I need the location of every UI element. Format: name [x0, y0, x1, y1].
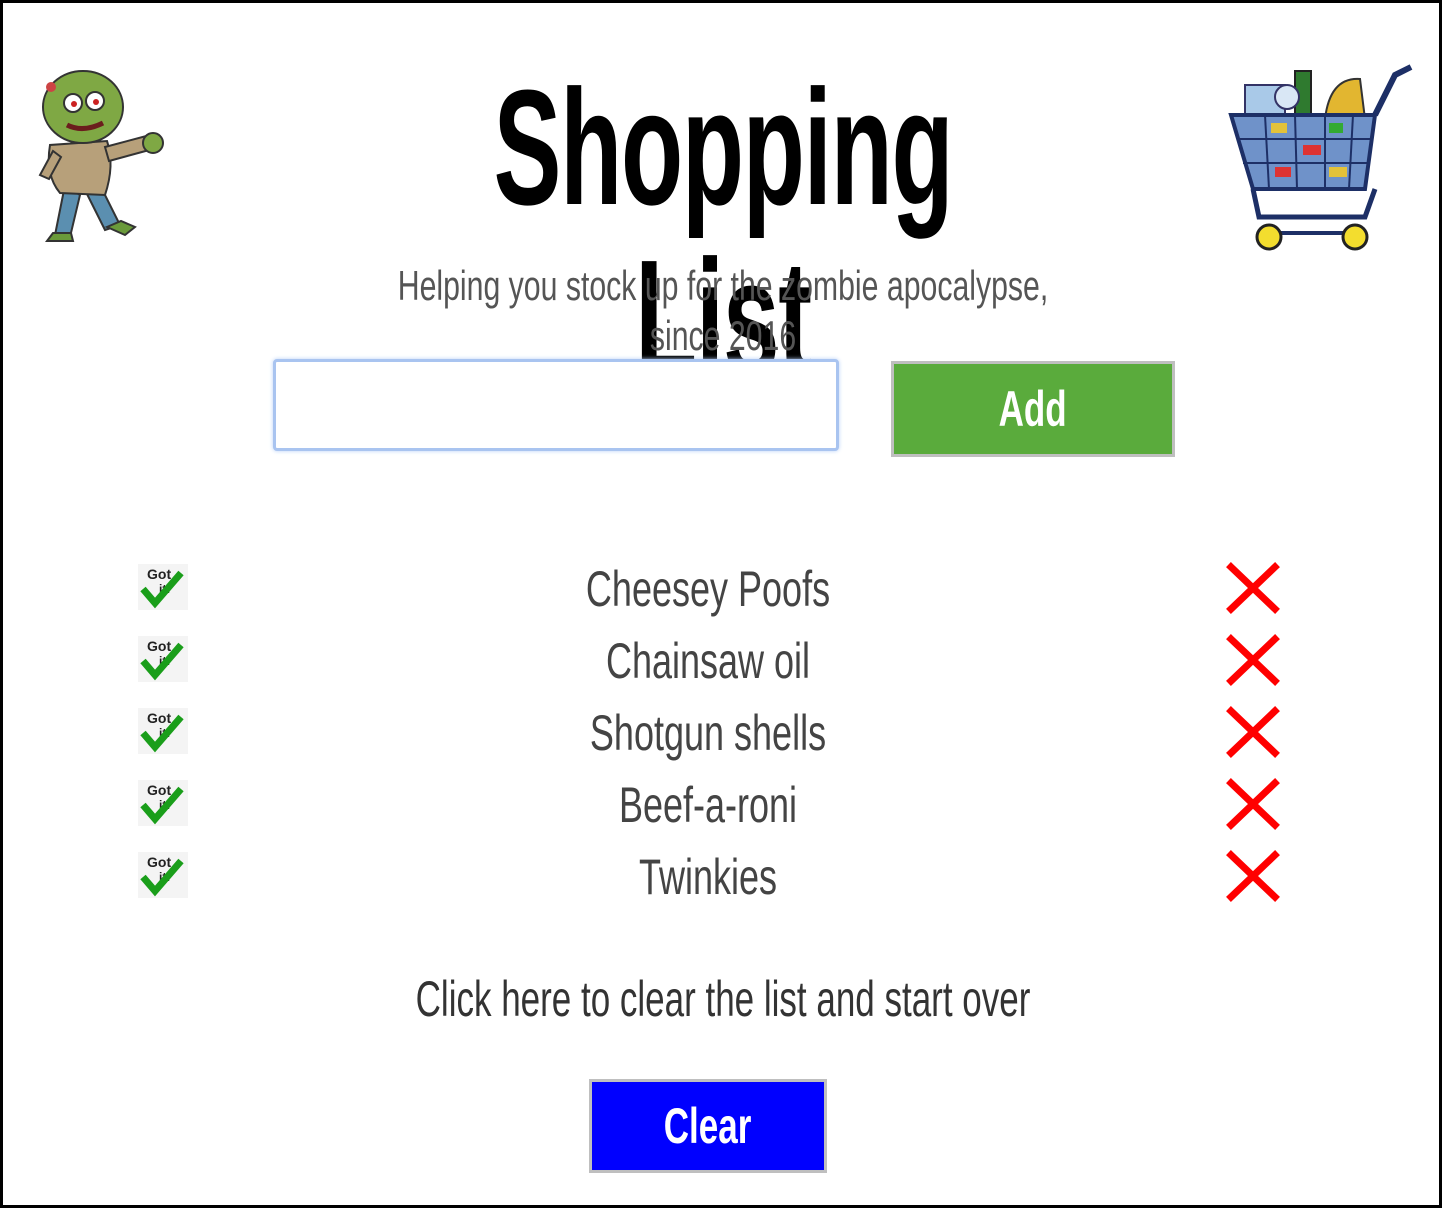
svg-text:Got: Got — [147, 710, 171, 726]
red-x-icon[interactable] — [1225, 705, 1281, 759]
red-x-icon[interactable] — [1225, 849, 1281, 903]
red-x-icon[interactable] — [1225, 777, 1281, 831]
add-button-label: Add — [998, 381, 1068, 437]
zombie-image — [38, 70, 164, 242]
svg-text:Got: Got — [147, 854, 171, 870]
shopping-list: Got it! Cheesey Poofs Got it! Chainsaw o… — [3, 551, 1439, 911]
got-it-checkmark-icon[interactable]: Got it! — [137, 635, 189, 683]
red-x-icon[interactable] — [1225, 633, 1281, 687]
got-it-checkmark-icon[interactable]: Got it! — [137, 563, 189, 611]
got-it-checkmark-icon[interactable]: Got it! — [137, 779, 189, 827]
list-item-label: Shotgun shells — [589, 705, 827, 761]
list-item: Got it! Beef-a-roni — [3, 767, 1439, 839]
red-x-icon[interactable] — [1225, 561, 1281, 615]
list-item-label: Twinkies — [638, 849, 778, 905]
app-frame: Shopping List Helping you stock up for t… — [0, 0, 1442, 1208]
got-it-checkmark-icon[interactable]: Got it! — [137, 707, 189, 755]
clear-button-label: Clear — [664, 1098, 752, 1154]
list-item: Got it! Twinkies — [3, 839, 1439, 911]
list-item: Got it! Chainsaw oil — [3, 623, 1439, 695]
svg-text:Got: Got — [147, 566, 171, 582]
page-subtitle: Helping you stock up for the zombie apoc… — [397, 262, 1049, 359]
list-item-label: Chainsaw oil — [605, 633, 811, 689]
svg-text:Got: Got — [147, 638, 171, 654]
add-button[interactable]: Add — [891, 361, 1175, 457]
svg-text:Got: Got — [147, 782, 171, 798]
list-item: Got it! Cheesey Poofs — [3, 551, 1439, 623]
clear-instructions: Click here to clear the list and start o… — [415, 971, 1031, 1027]
new-item-input[interactable] — [273, 359, 839, 451]
got-it-checkmark-icon[interactable]: Got it! — [137, 851, 189, 899]
list-item-label: Beef-a-roni — [618, 777, 798, 833]
shopping-cart-image — [1228, 64, 1413, 251]
list-item: Got it! Shotgun shells — [3, 695, 1439, 767]
list-item-label: Cheesey Poofs — [585, 561, 831, 617]
clear-button[interactable]: Clear — [589, 1079, 827, 1173]
